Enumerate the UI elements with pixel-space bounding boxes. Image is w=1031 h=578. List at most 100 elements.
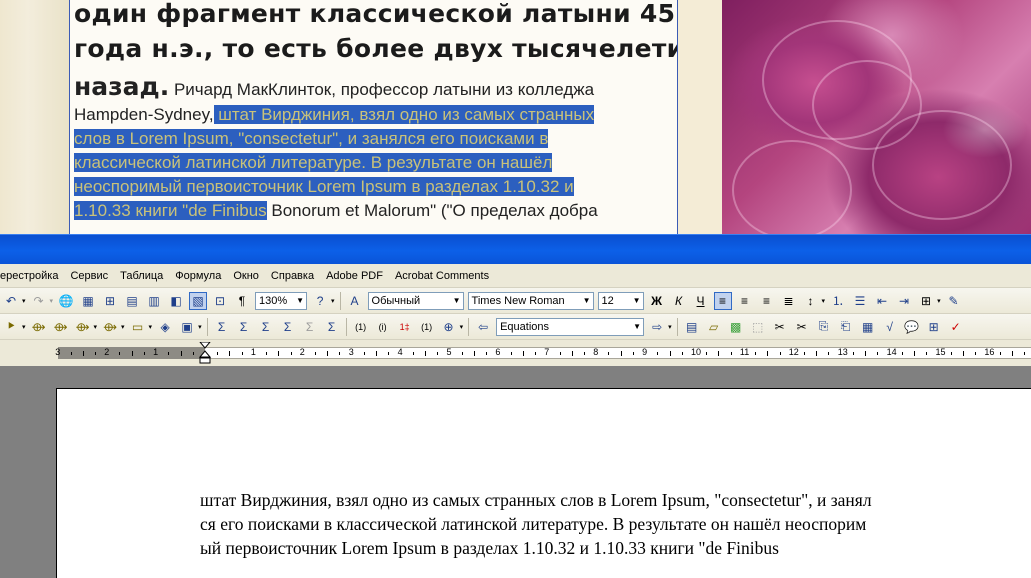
paragraph-line-2-plain: Hampden-Sydney,: [74, 105, 214, 124]
arrow-right-icon[interactable]: ⇨: [648, 318, 666, 336]
comment-icon[interactable]: 💬: [903, 318, 921, 336]
ruler-tick: [376, 351, 377, 356]
macro-icon-5[interactable]: ⟴: [101, 318, 119, 336]
zoom-select[interactable]: 130% ▼: [255, 291, 308, 310]
menu-formula[interactable]: Формула: [169, 270, 227, 282]
menu-help[interactable]: Справка: [265, 270, 320, 282]
sigma-box-icon[interactable]: Σ: [235, 318, 253, 336]
sigma-icon[interactable]: Σ: [213, 318, 231, 336]
menu-restructure[interactable]: ерестройка: [0, 270, 64, 282]
ruler-tick: [951, 352, 952, 355]
menu-service[interactable]: Сервис: [64, 270, 114, 282]
open-folder-icon[interactable]: ▱: [705, 318, 723, 336]
macro-icon-2[interactable]: ⟴: [30, 318, 48, 336]
ruler-tick: [181, 351, 182, 356]
selected-text-3[interactable]: слов в Lorem Ipsum, "consectetur", и зан…: [74, 129, 549, 148]
show-hide-icon[interactable]: ¶: [233, 292, 251, 310]
equation-number-icon[interactable]: (1): [352, 318, 370, 336]
insert-frame-icon[interactable]: ▤: [683, 318, 701, 336]
borders-icon[interactable]: ⊞: [917, 292, 935, 310]
selected-text-2[interactable]: штат Вирджиния, взял одно из самых стран…: [213, 105, 595, 124]
ruler-label: 4: [397, 347, 403, 357]
bullets-icon[interactable]: ☰: [851, 292, 869, 310]
indent-marker-icon[interactable]: [199, 342, 211, 364]
increase-indent-icon[interactable]: ⇥: [895, 292, 913, 310]
sigma-inline-icon[interactable]: Σ: [279, 318, 297, 336]
justify-icon[interactable]: ≣: [780, 292, 798, 310]
macro-icon-1[interactable]: ⯈: [2, 318, 20, 336]
equation-ref-icon[interactable]: (i): [374, 318, 392, 336]
font-size-select[interactable]: 12 ▼: [597, 291, 644, 310]
bold-icon[interactable]: Ж: [648, 292, 666, 310]
ruler-tick: [119, 352, 120, 355]
highlight-icon[interactable]: ✎: [945, 292, 963, 310]
undo-icon[interactable]: ↶: [2, 292, 20, 310]
hyperlink-icon[interactable]: 🌐: [57, 292, 75, 310]
insert-table-icon[interactable]: ⊞: [101, 292, 119, 310]
style-select[interactable]: Обычный ▼: [367, 291, 464, 310]
menu-adobe-pdf[interactable]: Adobe PDF: [320, 270, 389, 282]
table-grid-icon[interactable]: ▦: [859, 318, 877, 336]
chevron-down-icon: ▼: [582, 296, 591, 305]
text-frame[interactable]: один фрагмент классической латыни 45 год…: [69, 0, 678, 236]
selected-text-4[interactable]: классической латинской литературе. В рез…: [74, 153, 553, 172]
dotted-box-icon[interactable]: ⬚: [749, 318, 767, 336]
line-spacing-icon[interactable]: ↕: [802, 292, 820, 310]
align-center-icon[interactable]: ≡: [736, 292, 754, 310]
zoom-doc-icon[interactable]: ⊡: [211, 292, 229, 310]
font-select[interactable]: Times New Roman ▼: [467, 291, 594, 310]
ruler-tick: [266, 352, 267, 355]
italic-icon[interactable]: К: [670, 292, 688, 310]
mathtype-web-icon[interactable]: ⊕: [440, 318, 458, 336]
document-page[interactable]: штат Вирджиния, взял одно из самых стран…: [56, 388, 1031, 578]
ruler-label: 7: [544, 347, 550, 357]
align-left-icon[interactable]: ≡: [713, 291, 732, 310]
decrease-indent-icon[interactable]: ⇤: [873, 292, 891, 310]
styles-icon[interactable]: A: [346, 292, 364, 310]
menu-table[interactable]: Таблица: [114, 270, 169, 282]
menu-bar: ерестройка Сервис Таблица Формула Окно С…: [0, 264, 1031, 288]
selected-text-5[interactable]: неоспоримый первоисточник Lorem Ipsum в …: [74, 177, 574, 196]
text-box-icon[interactable]: ▣: [178, 318, 196, 336]
help-icon[interactable]: ?: [311, 292, 329, 310]
numbering-icon[interactable]: ⒈: [829, 292, 847, 310]
menu-acrobat-comments[interactable]: Acrobat Comments: [389, 270, 495, 282]
underline-icon[interactable]: Ч: [692, 292, 710, 310]
grid-icon[interactable]: ⊞: [925, 318, 943, 336]
paste-icon[interactable]: ⎗: [837, 318, 855, 336]
insert-excel-icon[interactable]: ▤: [123, 292, 141, 310]
arrow-left-icon[interactable]: ⇦: [474, 318, 492, 336]
sqrt-icon[interactable]: √: [881, 318, 899, 336]
folder-icon[interactable]: ▭: [129, 318, 147, 336]
macro-icon-3[interactable]: ⟴: [52, 318, 70, 336]
tables-borders-icon[interactable]: ▦: [79, 292, 97, 310]
ruler[interactable]: 3 2 1 1 2 3 4 5 6 7 8 9 10 11 12 13 14 15 16: [0, 340, 1031, 366]
document-line-2: ся его поисками в классической латинской…: [200, 514, 867, 534]
equation-style-value: Equations: [500, 320, 550, 333]
equation-style-select[interactable]: Equations ▼: [496, 317, 645, 336]
ruler-tick: [474, 351, 475, 356]
ruler-tick: [657, 352, 658, 355]
copy-format-icon[interactable]: ⎘: [815, 318, 833, 336]
align-right-icon[interactable]: ≡: [758, 292, 776, 310]
drawing-icon[interactable]: ◧: [167, 292, 185, 310]
macro-icon-4[interactable]: ⟴: [74, 318, 92, 336]
selected-text-6[interactable]: 1.10.33 книги "de Finibus: [74, 201, 267, 220]
separator: [206, 317, 208, 336]
redo-icon[interactable]: ↷: [30, 292, 48, 310]
ruler-tick: [437, 352, 438, 355]
green-grid-icon[interactable]: ▩: [727, 318, 745, 336]
columns-icon[interactable]: ▥: [145, 292, 163, 310]
ruler-label: 3: [55, 347, 61, 357]
check-icon[interactable]: ✓: [947, 318, 965, 336]
insert-object-icon[interactable]: ◈: [156, 318, 174, 336]
cut-icon[interactable]: ✂: [771, 318, 789, 336]
sigma-x-icon[interactable]: Σ: [323, 318, 341, 336]
menu-window[interactable]: Окно: [227, 270, 265, 282]
equation-update-icon[interactable]: (1): [418, 318, 436, 336]
scissors-icon[interactable]: ✂: [793, 318, 811, 336]
sigma-display-icon[interactable]: Σ: [257, 318, 275, 336]
sigma-disabled-icon[interactable]: Σ: [301, 318, 319, 336]
document-map-icon[interactable]: ▧: [189, 291, 208, 310]
equation-break-icon[interactable]: 1‡: [396, 318, 414, 336]
